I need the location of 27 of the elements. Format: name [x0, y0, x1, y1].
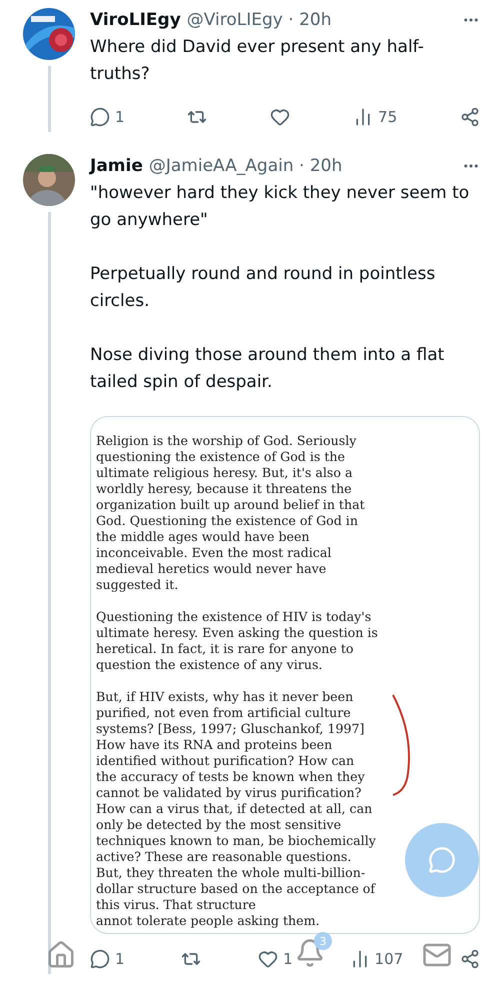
notification-badge: 3 [314, 932, 332, 950]
display-name: ViroLIEgy [90, 9, 181, 32]
attached-image[interactable] [90, 416, 480, 934]
view-count: 107 [374, 950, 404, 968]
reply-count: 1 [115, 950, 125, 968]
tweet-text: "however hard they kick they never seem to go anywhere" [90, 182, 470, 232]
like-count: 1 [283, 950, 293, 968]
document-paragraph: annot tolerate people asking them. [96, 913, 321, 929]
tweet-text: Perpetually round and round in pointless circles. [90, 263, 436, 313]
handle-and-time: @JamieAA_Again · 20h [148, 155, 344, 178]
reply-icon[interactable] [90, 949, 110, 969]
document-paragraph: Religion is the worship of God. Seriously questioning the existence of God is the ultimate religious heresy. But, it's also a worldly heresy, because it threatens the organization built up around belief in that God. Questioning the existence of God in the middle ages would have been inconceivable. Even the most radical medieval heretics would never have suggested it. [96, 433, 366, 593]
home-icon[interactable] [46, 940, 76, 970]
like-icon[interactable] [270, 107, 290, 127]
reply-count: 1 [115, 108, 125, 126]
document-paragraph: Questioning the existence of HIV is today's ultimate heresy. Even asking the question is heretical. In fact, it is rare for anyone to question the existence of any virus. [96, 609, 378, 673]
share-icon[interactable] [460, 949, 480, 969]
view-count: 75 [378, 108, 398, 126]
speech-bubble-icon [428, 846, 456, 874]
tweet-text: Where did David ever present any half-truths? [90, 36, 425, 86]
notifications-icon[interactable] [295, 938, 325, 968]
like-icon[interactable] [258, 949, 278, 969]
handle-and-time: @ViroLIEgy · 20h [186, 9, 332, 32]
display-name: Jamie [90, 155, 143, 178]
reply-icon[interactable] [90, 107, 110, 127]
tweet-text: Nose diving those around them into a flat tailed spin of despair. [90, 344, 446, 394]
share-icon[interactable] [460, 107, 480, 127]
